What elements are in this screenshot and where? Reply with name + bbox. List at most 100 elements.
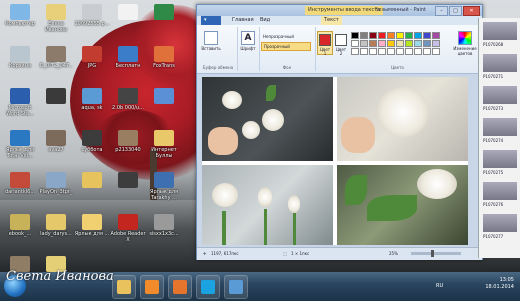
desktop-icon[interactable]: [146, 88, 182, 105]
palette-swatch[interactable]: [405, 32, 413, 39]
tab-text[interactable]: Текст: [321, 16, 342, 25]
desktop-icon[interactable]: JPG: [74, 46, 110, 69]
palette-swatch[interactable]: [360, 40, 368, 47]
palette-swatch[interactable]: [423, 32, 431, 39]
palette-swatch[interactable]: [414, 40, 422, 47]
file-name[interactable]: P1070268: [483, 42, 519, 47]
desktop-icon[interactable]: lady_darys...: [38, 214, 74, 237]
palette-swatch[interactable]: [360, 48, 368, 55]
clock[interactable]: 13:05 18.01.2014: [485, 277, 514, 291]
minimize-button[interactable]: –: [435, 6, 448, 16]
file-thumbnail[interactable]: [483, 118, 517, 136]
folder-taskbar-button[interactable]: [112, 275, 136, 299]
paint-taskbar-button[interactable]: [224, 275, 248, 299]
file-name[interactable]: P1070276: [483, 202, 519, 207]
desktop-icon[interactable]: ebook_...: [2, 214, 38, 237]
desktop-icon[interactable]: [146, 4, 182, 21]
palette-swatch[interactable]: [414, 48, 422, 55]
desktop-icon[interactable]: PlayOn_3tpr_: [38, 172, 74, 195]
desktop-icon[interactable]: 19092555 р...: [74, 4, 110, 27]
media-taskbar-button[interactable]: [140, 275, 164, 299]
palette-swatch[interactable]: [432, 40, 440, 47]
file-name[interactable]: P1070271: [483, 74, 519, 79]
edit-colors-button[interactable]: Изменение цветов: [452, 29, 478, 59]
palette-swatch[interactable]: [396, 32, 404, 39]
tab-view[interactable]: Вид: [257, 16, 273, 25]
desktop-icon[interactable]: суббота: [74, 130, 110, 153]
palette-swatch[interactable]: [432, 32, 440, 39]
language-indicator[interactable]: RU: [436, 283, 443, 289]
desktop-icon[interactable]: D_0IT2_047..: [38, 46, 74, 69]
canvas[interactable]: [202, 77, 468, 245]
desktop-icon[interactable]: Интернет Буллы: [146, 130, 182, 159]
palette-swatch[interactable]: [423, 48, 431, 55]
palette-swatch[interactable]: [387, 48, 395, 55]
desktop-icon[interactable]: [38, 88, 74, 105]
file-thumbnail[interactable]: [483, 182, 517, 200]
palette-swatch[interactable]: [378, 48, 386, 55]
font-button[interactable]: A Шрифт: [238, 29, 258, 59]
file-name[interactable]: P1070274: [483, 138, 519, 143]
file-name[interactable]: P1070273: [483, 106, 519, 111]
opaque-option[interactable]: Непрозрачный: [261, 33, 311, 40]
desktop-icon[interactable]: aqua, sk: [74, 88, 110, 111]
paint-window[interactable]: Инструменты ввода текста Безымянный - Pa…: [196, 4, 483, 260]
palette-swatch[interactable]: [369, 48, 377, 55]
firefox-taskbar-button[interactable]: [168, 275, 192, 299]
palette-swatch[interactable]: [378, 32, 386, 39]
color2-button[interactable]: Цвет 2: [333, 31, 349, 56]
zoom-slider-thumb[interactable]: [431, 250, 434, 257]
file-name[interactable]: P1070275: [483, 170, 519, 175]
palette-swatch[interactable]: [396, 48, 404, 55]
skype-taskbar-button[interactable]: [196, 275, 220, 299]
palette-swatch[interactable]: [351, 48, 359, 55]
palette-swatch[interactable]: [387, 40, 395, 47]
file-thumbnail[interactable]: [483, 214, 517, 232]
paste-button[interactable]: Вставить: [201, 29, 221, 59]
palette-swatch[interactable]: [405, 40, 413, 47]
desktop-icon[interactable]: sisxx1x3c...: [146, 214, 182, 237]
file-thumbnail[interactable]: [483, 86, 517, 104]
color1-button[interactable]: Цвет 1: [317, 31, 333, 56]
maximize-button[interactable]: □: [449, 6, 462, 16]
desktop-icon[interactable]: Корзина: [2, 46, 38, 69]
palette-swatch[interactable]: [414, 32, 422, 39]
tab-home[interactable]: Главная: [229, 16, 257, 25]
canvas-area[interactable]: [197, 74, 482, 247]
zoom-slider[interactable]: [411, 250, 461, 257]
close-button[interactable]: ✕: [463, 6, 480, 16]
desktop-icon[interactable]: [74, 172, 110, 189]
desktop-icon[interactable]: Microsoft Word Sta...: [2, 88, 38, 117]
title-bar[interactable]: Инструменты ввода текста Безымянный - Pa…: [197, 5, 482, 16]
desktop-icon[interactable]: Ярлык для Tarakhy ...: [146, 172, 182, 201]
desktop-icon[interactable]: Ярлык для ...: [74, 214, 110, 237]
desktop-icon[interactable]: p2133040: [110, 130, 146, 153]
palette-swatch[interactable]: [360, 32, 368, 39]
desktop-icon[interactable]: FoxTrans: [146, 46, 182, 69]
desktop-icon[interactable]: Ярлык для Total Vid...: [2, 130, 38, 159]
desktop-icon[interactable]: Компьютер: [2, 4, 38, 27]
palette-swatch[interactable]: [378, 40, 386, 47]
explorer-window-partial[interactable]: P1070268 P1070271 P1070273 P1070274 P1070275…: [478, 18, 520, 258]
desktop-icon[interactable]: [110, 4, 146, 21]
palette-swatch[interactable]: [432, 48, 440, 55]
desktop-icon[interactable]: Елена Иванова: [38, 4, 74, 33]
palette-swatch[interactable]: [423, 40, 431, 47]
palette-swatch[interactable]: [405, 48, 413, 55]
file-thumbnail[interactable]: [483, 54, 517, 72]
desktop-icon[interactable]: Бесплатн: [110, 46, 146, 69]
palette-swatch[interactable]: [387, 32, 395, 39]
palette-swatch[interactable]: [369, 40, 377, 47]
desktop-icon[interactable]: [110, 172, 146, 189]
desktop-icon[interactable]: Adobe Reader X: [110, 214, 146, 243]
file-thumbnail[interactable]: [483, 150, 517, 168]
file-name[interactable]: P1070277: [483, 234, 519, 239]
desktop-icon[interactable]: 2.0b 000/u...: [110, 88, 146, 111]
desktop-icon[interactable]: dariantkl6...: [2, 172, 38, 195]
file-thumbnail[interactable]: [483, 22, 517, 40]
palette-swatch[interactable]: [351, 40, 359, 47]
file-menu-button[interactable]: ▾: [201, 16, 221, 25]
palette-swatch[interactable]: [351, 32, 359, 39]
palette-swatch[interactable]: [369, 32, 377, 39]
palette-swatch[interactable]: [396, 40, 404, 47]
